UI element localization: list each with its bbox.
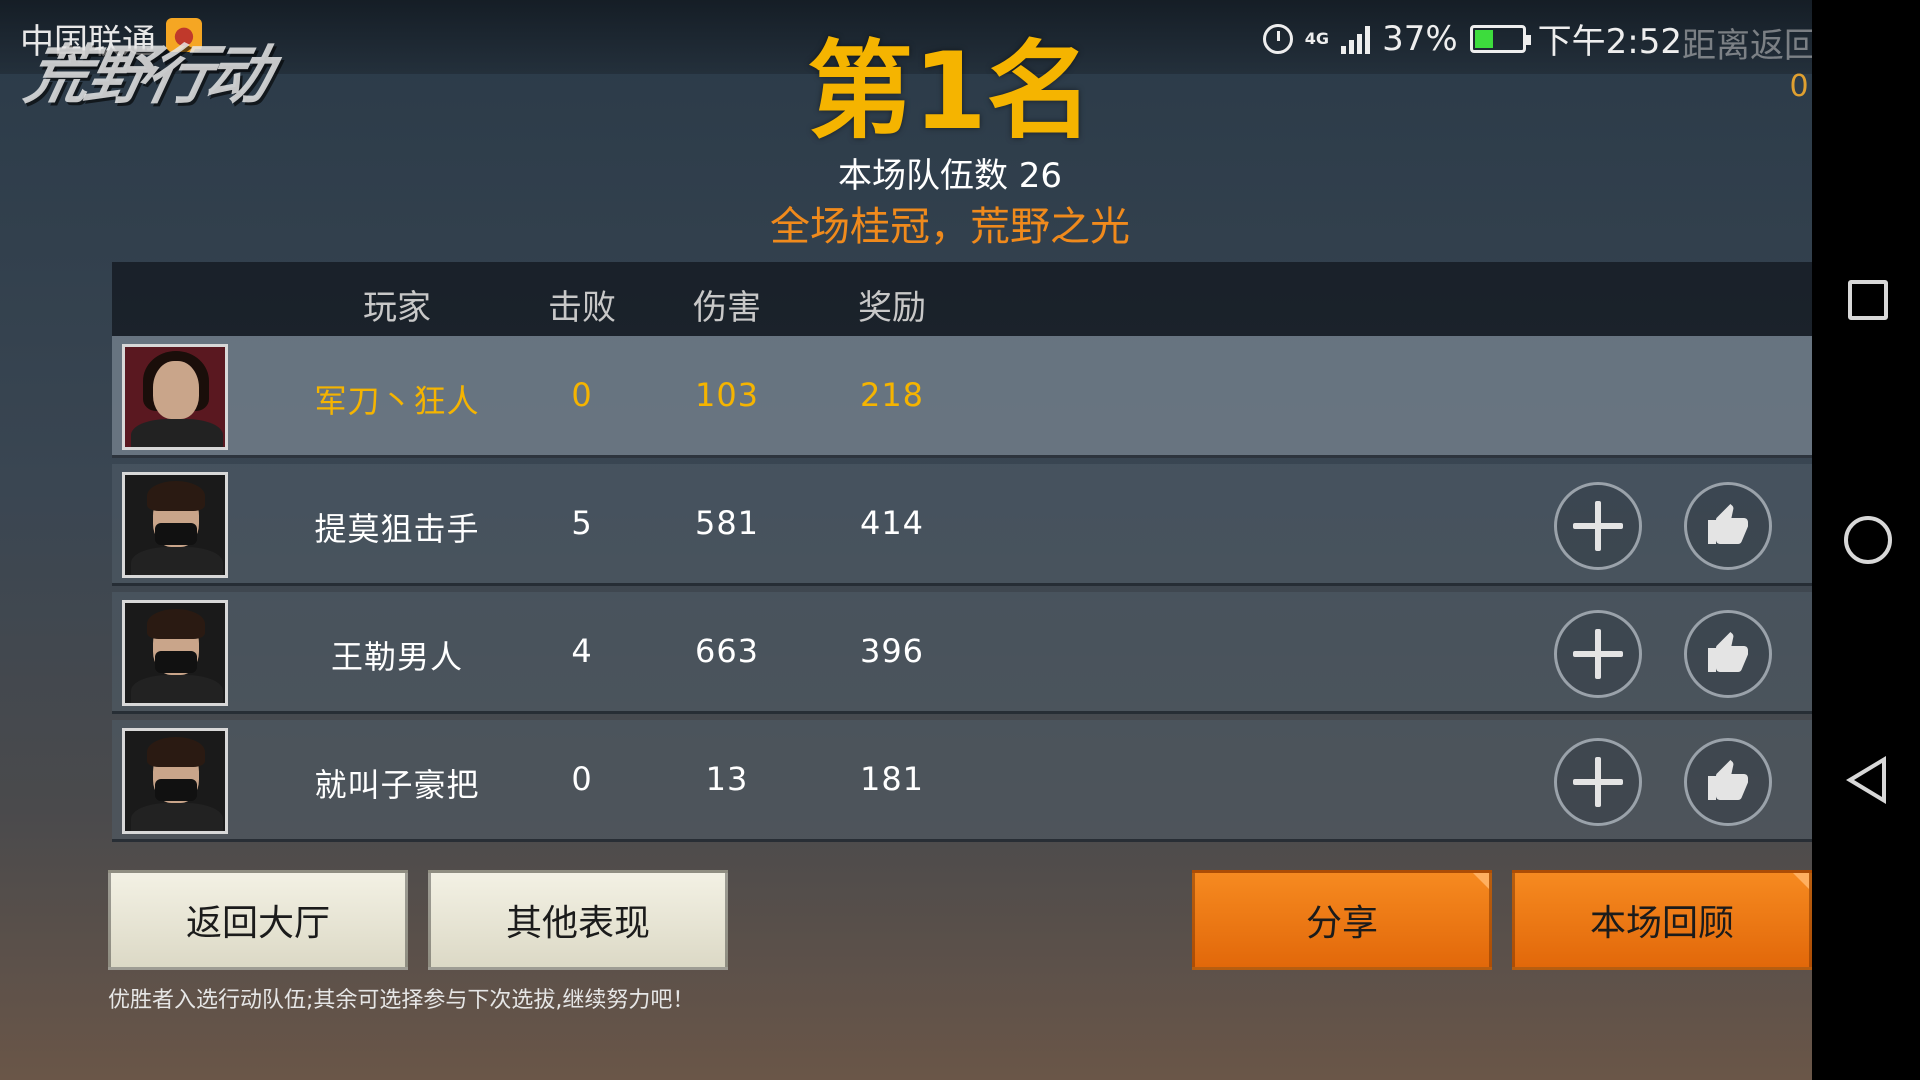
- status-icons: 4G 37% 下午2:52: [1262, 14, 1682, 63]
- table-row: 提莫狙击手 5 581 414: [112, 464, 1818, 586]
- network-type: 4G: [1304, 28, 1330, 48]
- thumbs-up-icon: [1708, 760, 1748, 800]
- plus-icon: [1573, 501, 1623, 551]
- like-button[interactable]: [1684, 482, 1772, 570]
- header-kills: 击败: [548, 288, 616, 328]
- avatar: [122, 472, 228, 578]
- home-icon[interactable]: [1844, 516, 1892, 564]
- avatar: [122, 344, 228, 450]
- like-button[interactable]: [1684, 738, 1772, 826]
- player-kills: 5: [571, 504, 593, 542]
- plus-icon: [1573, 757, 1623, 807]
- return-lobby-button[interactable]: 返回大厅: [108, 870, 408, 970]
- header-reward: 奖励: [858, 288, 926, 328]
- footer-tip: 优胜者入选行动队伍;其余可选择参与下次选拔,继续努力吧！: [108, 988, 695, 1013]
- player-damage: 663: [694, 632, 760, 670]
- player-damage: 13: [705, 760, 749, 798]
- player-kills: 0: [571, 760, 593, 798]
- match-replay-button[interactable]: 本场回顾: [1512, 870, 1812, 970]
- thumbs-up-icon: [1708, 632, 1748, 672]
- player-kills: 4: [571, 632, 593, 670]
- scoreboard-table: 玩家 击败 伤害 奖励 军刀丶狂人 0 103 218 提莫狙击手 5 581 …: [112, 262, 1818, 842]
- signal-icon: [1341, 24, 1371, 54]
- player-name: 军刀丶狂人: [314, 382, 480, 420]
- player-name: 就叫子豪把: [314, 766, 480, 804]
- player-reward: 396: [859, 632, 925, 670]
- avatar: [122, 728, 228, 834]
- recent-apps-icon[interactable]: [1848, 280, 1888, 320]
- like-button[interactable]: [1684, 610, 1772, 698]
- share-button[interactable]: 分享: [1192, 870, 1492, 970]
- player-kills: 0: [571, 376, 593, 414]
- battery-fill: [1474, 29, 1494, 48]
- table-row: 王勒男人 4 663 396: [112, 592, 1818, 714]
- slogan: 全场桂冠，荒野之光: [770, 204, 1130, 250]
- add-friend-button[interactable]: [1554, 482, 1642, 570]
- thumbs-up-icon: [1708, 504, 1748, 544]
- team-count: 本场队伍数 26: [837, 156, 1063, 196]
- table-header: 玩家 击败 伤害 奖励: [112, 262, 1818, 336]
- table-row: 军刀丶狂人 0 103 218: [112, 336, 1818, 458]
- other-performance-button[interactable]: 其他表现: [428, 870, 728, 970]
- player-name: 王勒男人: [330, 638, 463, 676]
- add-friend-button[interactable]: [1554, 738, 1642, 826]
- game-logo: 荒野行动: [18, 39, 275, 113]
- battery-icon: [1469, 24, 1531, 53]
- avatar: [122, 600, 228, 706]
- table-row: 就叫子豪把 0 13 181: [112, 720, 1818, 842]
- navigation-bar: [1812, 0, 1920, 1080]
- clock: 下午2:52: [1537, 22, 1682, 62]
- plus-icon: [1573, 629, 1623, 679]
- alarm-icon: [1262, 23, 1293, 54]
- back-icon[interactable]: [1846, 756, 1886, 804]
- player-name: 提莫狙击手: [314, 510, 480, 548]
- header-damage: 伤害: [693, 288, 761, 328]
- rank-title: 第1名: [807, 30, 1093, 153]
- header-player: 玩家: [363, 288, 431, 328]
- player-reward: 181: [859, 760, 925, 798]
- player-reward: 414: [859, 504, 925, 542]
- battery-percent: 37%: [1382, 18, 1458, 59]
- player-damage: 581: [694, 504, 760, 542]
- player-damage: 103: [694, 376, 760, 414]
- add-friend-button[interactable]: [1554, 610, 1642, 698]
- player-reward: 218: [859, 376, 925, 414]
